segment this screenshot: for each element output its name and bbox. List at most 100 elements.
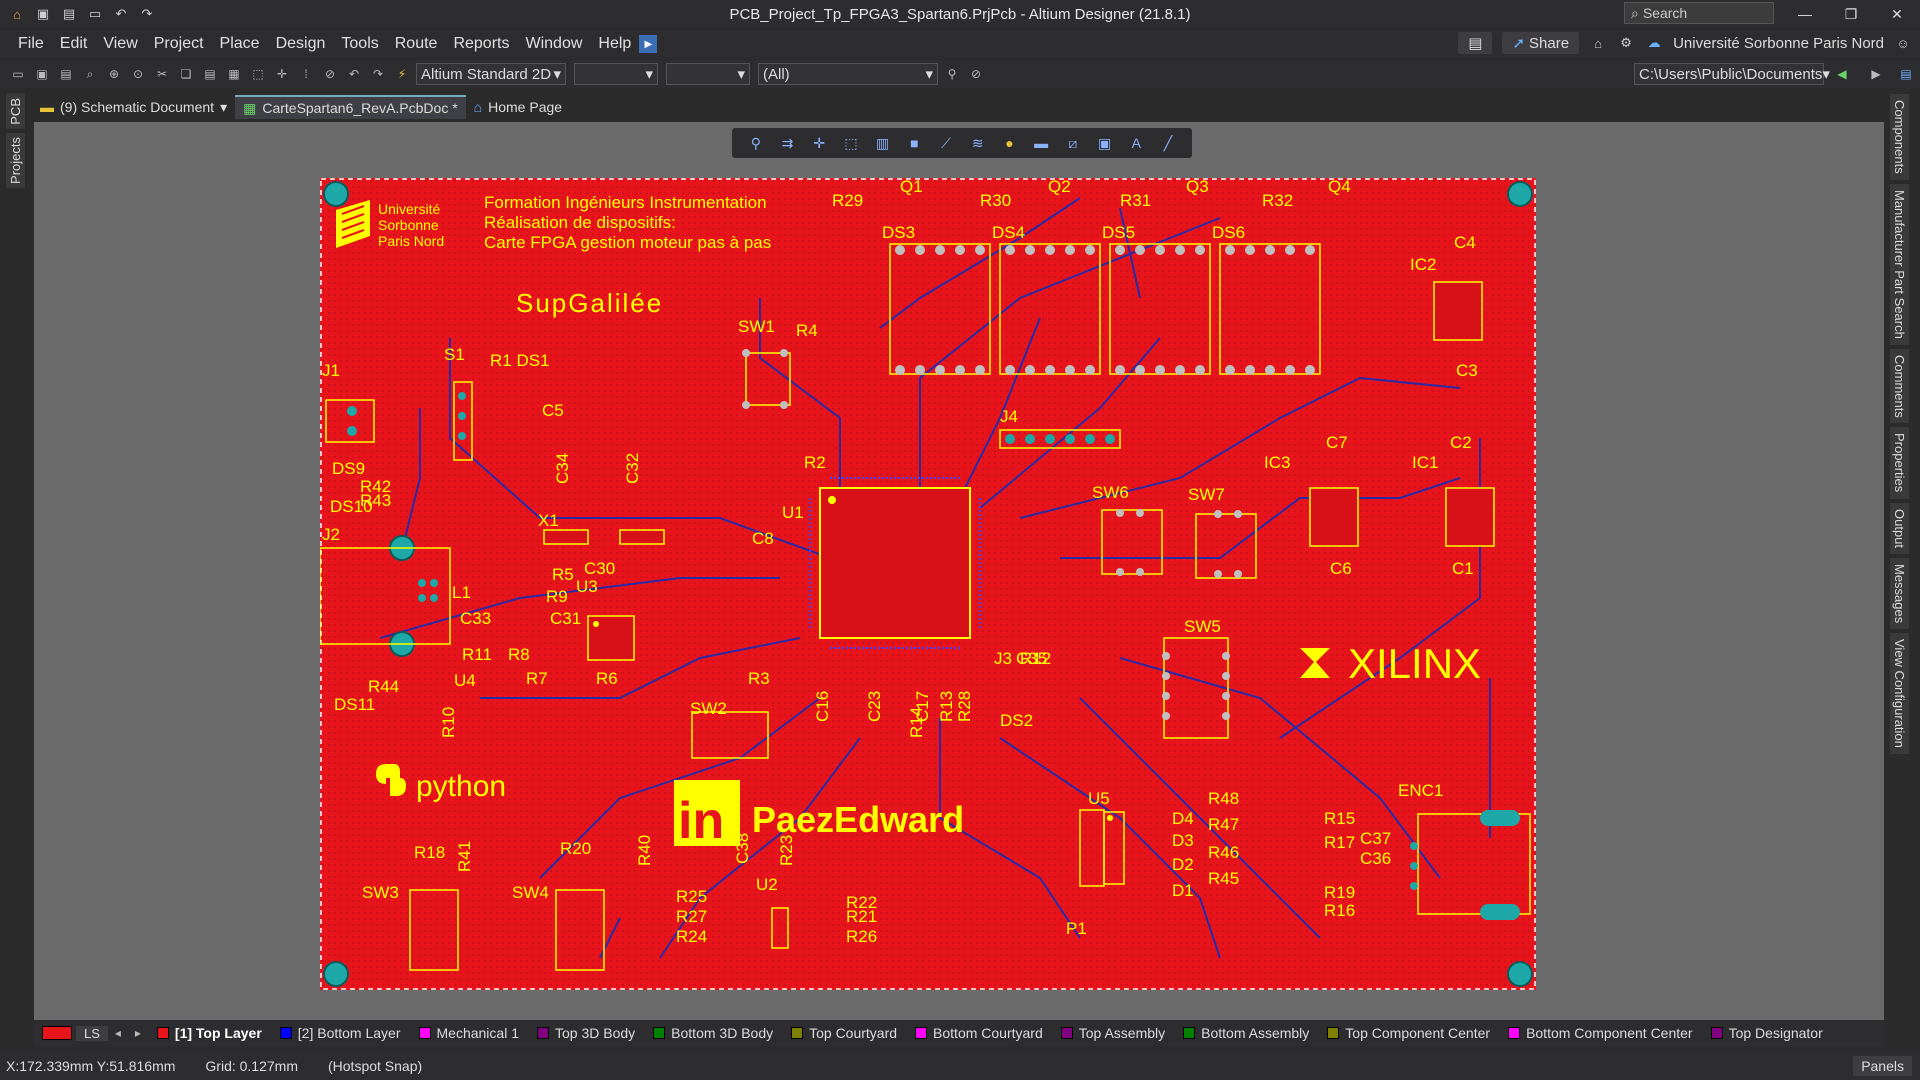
designator-r9[interactable]: R9 — [546, 587, 568, 606]
keepout-icon[interactable]: ⧄ — [1063, 133, 1083, 153]
component-combo[interactable]: ▾ — [666, 63, 750, 85]
designator-r26[interactable]: R26 — [846, 927, 877, 946]
designator-j3[interactable]: J3 — [994, 649, 1012, 668]
current-layer-swatch[interactable] — [42, 1026, 72, 1040]
designator-r10[interactable]: R10 — [439, 707, 458, 738]
tab-pcbdoc[interactable]: ▦ CarteSpartan6_RevA.PcbDoc * — [235, 95, 466, 119]
layer-scroll-right-icon[interactable]: ▸ — [128, 1023, 148, 1043]
panel-tab-manufacturer-part-search[interactable]: Manufacturer Part Search — [1890, 183, 1909, 345]
select-area-icon[interactable]: ⬚ — [248, 64, 268, 84]
designator-d1[interactable]: D1 — [1172, 881, 1194, 900]
designator-r4[interactable]: R4 — [796, 321, 818, 340]
designator-r20[interactable]: R20 — [560, 839, 591, 858]
fill-icon[interactable]: ▬ — [1031, 133, 1051, 153]
layer-tab[interactable]: Top Component Center — [1318, 1020, 1499, 1046]
designator-c4[interactable]: C4 — [1454, 233, 1476, 252]
menu-window[interactable]: Window — [517, 35, 590, 53]
designator-r6[interactable]: R6 — [596, 669, 618, 688]
text-icon[interactable]: A — [1126, 133, 1146, 153]
minimize-button[interactable]: — — [1782, 0, 1828, 28]
designator-ic1[interactable]: IC1 — [1412, 453, 1438, 472]
crossprobe-icon[interactable]: ⚡ — [392, 64, 412, 84]
save-all-icon[interactable]: ▤ — [60, 5, 78, 23]
designator-r25[interactable]: R25 — [676, 887, 707, 906]
designator-r24[interactable]: R24 — [676, 927, 707, 946]
designator-r18[interactable]: R18 — [414, 843, 445, 862]
ls-button[interactable]: LS — [76, 1025, 108, 1041]
panel-tab-output[interactable]: Output — [1890, 502, 1909, 554]
designator-ds2[interactable]: DS2 — [1000, 711, 1033, 730]
panel-tab-pcb[interactable]: PCB — [6, 94, 25, 129]
designator-ds6[interactable]: DS6 — [1212, 223, 1245, 242]
designator-r44[interactable]: R44 — [368, 677, 399, 696]
layer-tab[interactable]: [2] Bottom Layer — [271, 1020, 410, 1046]
designator-u4[interactable]: U4 — [454, 671, 476, 690]
designator-c37[interactable]: C37 — [1360, 829, 1391, 848]
panel-tab-messages[interactable]: Messages — [1890, 557, 1909, 629]
designator-q1[interactable]: Q1 — [900, 178, 923, 196]
designator-d2[interactable]: D2 — [1172, 855, 1194, 874]
designator-r14[interactable]: R14 — [907, 707, 926, 738]
designator-sw1[interactable]: SW1 — [738, 317, 775, 336]
tab-home-page[interactable]: ⌂ Home Page — [466, 95, 570, 119]
designator-r13[interactable]: R13 — [937, 691, 956, 722]
zoom-icon[interactable]: ⌕ — [80, 64, 100, 84]
panel-tab-components[interactable]: Components — [1890, 94, 1909, 180]
copy-icon[interactable]: ❏ — [176, 64, 196, 84]
dimension-icon[interactable]: ▣ — [1095, 133, 1115, 153]
zoom-selected-icon[interactable]: ⊕ — [104, 64, 124, 84]
zoom-fit-icon[interactable]: ⊙ — [128, 64, 148, 84]
designator-c34[interactable]: C34 — [553, 453, 572, 484]
share-button[interactable]: ➚ Share — [1502, 32, 1580, 54]
designator-r45[interactable]: R45 — [1208, 869, 1239, 888]
designator-sw6[interactable]: SW6 — [1092, 483, 1129, 502]
save-icon[interactable]: ▣ — [34, 5, 52, 23]
designator-sw3[interactable]: SW3 — [362, 883, 399, 902]
designator-u2[interactable]: U2 — [756, 875, 778, 894]
move-icon[interactable]: ✛ — [272, 64, 292, 84]
polygon-icon[interactable]: ■ — [904, 133, 924, 153]
designator-r40[interactable]: R40 — [635, 835, 654, 866]
designator-r48[interactable]: R48 — [1208, 789, 1239, 808]
designator-ds11[interactable]: DS11 — [334, 695, 375, 714]
designator-sw2[interactable]: SW2 — [690, 699, 727, 718]
chat-button[interactable]: ▤ — [1458, 32, 1493, 54]
designator-c7[interactable]: C7 — [1326, 433, 1348, 452]
designator-c23[interactable]: C23 — [865, 691, 884, 722]
menu-design[interactable]: Design — [268, 35, 334, 53]
designator-ds9[interactable]: DS9 — [332, 459, 365, 478]
crosshair-icon[interactable]: ✛ — [809, 133, 829, 153]
panel-tab-view-configuration[interactable]: View Configuration — [1890, 632, 1909, 754]
designator-r12[interactable]: R12 — [1020, 649, 1051, 668]
menu-project[interactable]: Project — [146, 35, 212, 53]
designator-r1-ds1[interactable]: R1 DS1 — [490, 351, 550, 370]
menu-help[interactable]: Help — [590, 35, 639, 53]
menu-edit[interactable]: Edit — [52, 35, 96, 53]
designator-c30[interactable]: C30 — [584, 559, 615, 578]
undo-icon[interactable]: ↶ — [112, 5, 130, 23]
redo-icon[interactable]: ↷ — [138, 5, 156, 23]
designator-ds5[interactable]: DS5 — [1102, 223, 1135, 242]
designator-r46[interactable]: R46 — [1208, 843, 1239, 862]
panels-button[interactable]: Panels — [1853, 1056, 1912, 1076]
layer-tab[interactable]: [1] Top Layer — [148, 1020, 271, 1046]
designator-c8[interactable]: C8 — [752, 529, 774, 548]
designator-j4[interactable]: J4 — [1000, 407, 1018, 426]
open-file-icon[interactable]: ▭ — [8, 64, 28, 84]
redo-toolbar-icon[interactable]: ↷ — [368, 64, 388, 84]
designator-d3[interactable]: D3 — [1172, 831, 1194, 850]
designator-r19[interactable]: R19 — [1324, 883, 1355, 902]
layer-tab[interactable]: Bottom Courtyard — [906, 1020, 1052, 1046]
path-combo[interactable]: C:\Users\Public\Documents ▾ — [1634, 63, 1830, 85]
designator-r3[interactable]: R3 — [748, 669, 770, 688]
designator-q3[interactable]: Q3 — [1186, 178, 1209, 196]
designator-r21[interactable]: R21 — [846, 907, 877, 926]
designator-s1[interactable]: S1 — [444, 345, 465, 364]
align-tool-icon[interactable]: ⇉ — [778, 133, 798, 153]
designator-ds3[interactable]: DS3 — [882, 223, 915, 242]
place-component-icon[interactable]: ▥ — [873, 133, 893, 153]
designator-c33[interactable]: C33 — [460, 609, 491, 628]
paste-icon[interactable]: ▤ — [200, 64, 220, 84]
panel-tab-properties[interactable]: Properties — [1890, 427, 1909, 499]
panel-tab-comments[interactable]: Comments — [1890, 348, 1909, 424]
